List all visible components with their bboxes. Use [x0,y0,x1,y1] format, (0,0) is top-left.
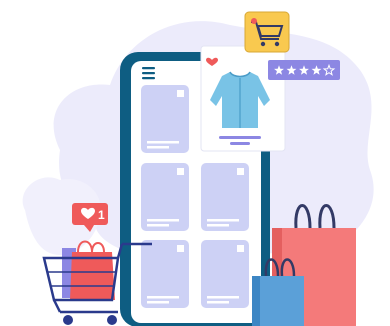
hamburger-menu-icon[interactable] [142,67,155,80]
cart-badge[interactable] [244,11,290,53]
product-tile[interactable] [201,240,249,308]
product-tile[interactable] [141,240,189,308]
product-tile[interactable] [141,163,189,231]
product-title-line [219,136,261,139]
shopping-illustration: 1 [22,11,374,326]
cart-wheel [107,315,117,325]
cart-wheel [63,315,73,325]
product-tile[interactable] [201,163,249,231]
cart-alert-dot [251,18,257,24]
product-tile[interactable] [141,85,189,153]
rating-bar [268,60,340,80]
product-price-line [230,142,250,145]
notification-count: 1 [98,208,105,222]
